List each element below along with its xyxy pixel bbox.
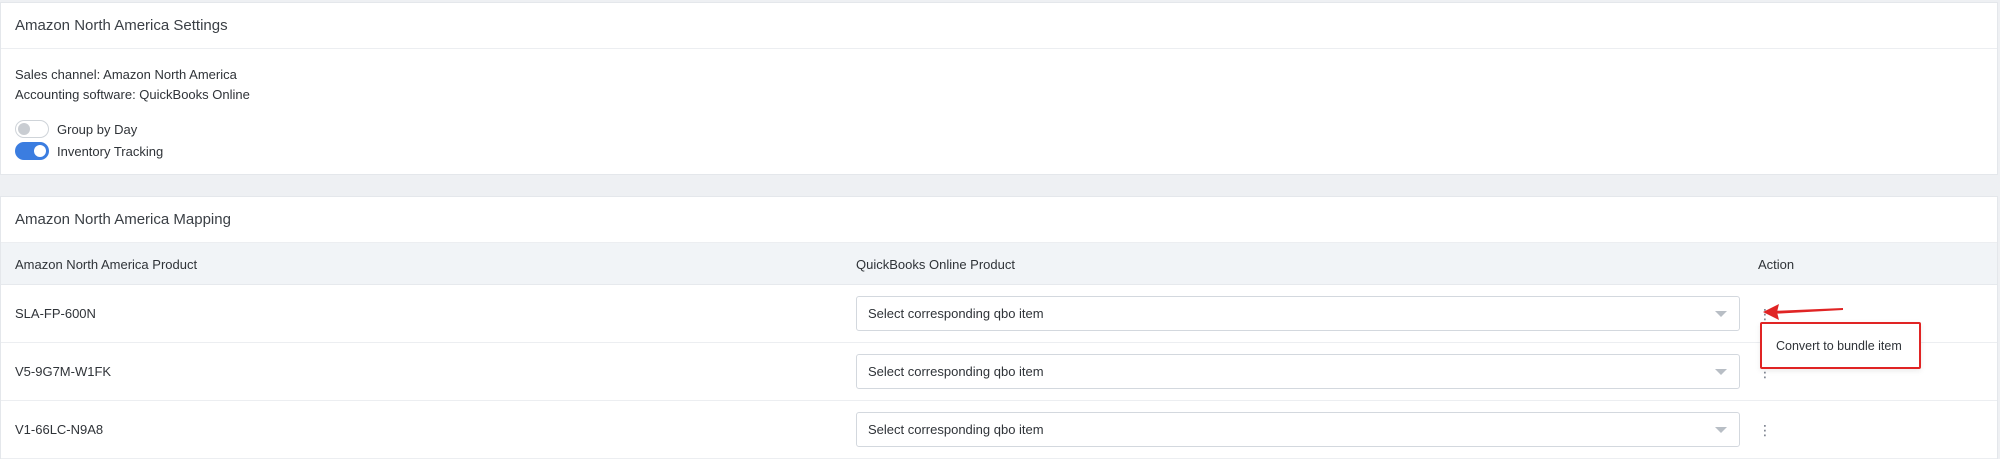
product-sku: V5-9G7M-W1FK [15,364,112,379]
column-header-action: Action [1758,256,1795,272]
group-by-day-label: Group by Day [57,121,138,137]
table-header: Amazon North America Product QuickBooks … [1,243,1997,285]
mapping-title: Amazon North America Mapping [1,197,1997,243]
kebab-menu-icon[interactable]: ⋮ [1758,420,1772,440]
settings-card: Amazon North America Settings Sales chan… [0,2,1998,175]
chevron-down-icon [1715,427,1727,433]
select-placeholder: Select corresponding qbo item [868,306,1044,321]
product-sku: V1-66LC-N9A8 [15,422,104,437]
qbo-item-select[interactable]: Select corresponding qbo item [856,412,1740,447]
product-sku: SLA-FP-600N [15,306,96,321]
column-header-qbo: QuickBooks Online Product [856,256,1015,272]
table-row: V1-66LC-N9A8 Select corresponding qbo it… [1,401,1997,459]
column-header-product: Amazon North America Product [15,256,198,272]
annotation-arrow-icon [1763,304,1843,320]
inventory-tracking-toggle[interactable] [15,142,49,160]
action-menu: Convert to bundle item [1760,322,1921,369]
qbo-item-select[interactable]: Select corresponding qbo item [856,354,1740,389]
convert-to-bundle-item-option[interactable]: Convert to bundle item [1776,339,1902,353]
sales-channel-info: Sales channel: Amazon North America [15,67,237,82]
select-placeholder: Select corresponding qbo item [868,422,1044,437]
table-row: V5-9G7M-W1FK Select corresponding qbo it… [1,343,1997,401]
settings-body: Sales channel: Amazon North America Acco… [1,49,1997,162]
group-by-day-toggle[interactable] [15,120,49,138]
mapping-card: Amazon North America Mapping Amazon Nort… [0,196,1998,459]
select-placeholder: Select corresponding qbo item [868,364,1044,379]
table-row: SLA-FP-600N Select corresponding qbo ite… [1,285,1997,343]
qbo-item-select[interactable]: Select corresponding qbo item [856,296,1740,331]
toggle-group: Group by Day Inventory Tracking [15,118,1983,162]
accounting-software-info: Accounting software: QuickBooks Online [15,87,250,102]
group-by-day-row: Group by Day [15,118,1983,140]
chevron-down-icon [1715,311,1727,317]
settings-title: Amazon North America Settings [1,3,1997,49]
inventory-tracking-label: Inventory Tracking [57,143,164,159]
chevron-down-icon [1715,369,1727,375]
inventory-tracking-row: Inventory Tracking [15,140,1983,162]
